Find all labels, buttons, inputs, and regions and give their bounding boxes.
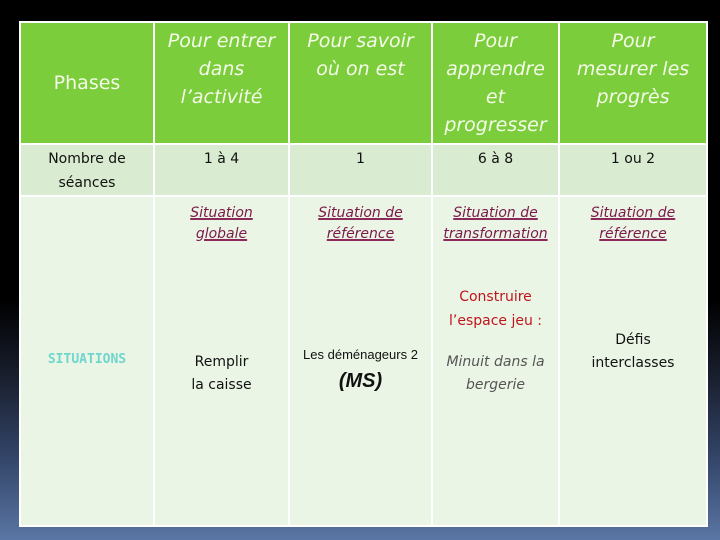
header-phases-text: Phases [53, 72, 121, 94]
activity-defis-interclasses: Défis interclasses [591, 332, 675, 371]
header-text: l’activité [180, 86, 263, 108]
header-text: Pour [474, 30, 517, 52]
phases-table: Phases Pour entrer dans l’activité Pour … [19, 21, 708, 527]
situation-type-link[interactable]: Situation globale [190, 203, 253, 245]
sessions-label-text: séances [58, 175, 116, 191]
level-ms: (MS) [338, 370, 383, 392]
situation-cell-1: Situation globale Remplir la caisse [153, 195, 290, 527]
sessions-row: Nombre de séances 1 à 4 1 6 à 8 1 ou 2 [19, 143, 708, 197]
header-text: et [485, 86, 506, 108]
situation-cell-3: Situation de transformation Construire l’… [431, 195, 560, 527]
construire-espace-jeu: Construire l’espace jeu : [448, 289, 543, 329]
header-row: Phases Pour entrer dans l’activité Pour … [19, 21, 708, 145]
situations-label: SITUATIONS [47, 352, 127, 367]
header-know-where: Pour savoir où on est [288, 21, 433, 145]
header-text: mesurer les [576, 58, 690, 80]
header-text: apprendre [446, 58, 545, 80]
situations-row: SITUATIONS Situation globale Remplir la c… [19, 195, 708, 527]
header-text: progresser [444, 114, 547, 136]
header-text: dans [198, 58, 245, 80]
sessions-value: 1 ou 2 [558, 143, 708, 197]
activity-minuit-dans-la-bergerie: Minuit dans la bergerie [446, 354, 545, 393]
sessions-value: 1 à 4 [153, 143, 290, 197]
header-enter-activity: Pour entrer dans l’activité [153, 21, 290, 145]
header-text: progrès [596, 86, 670, 108]
situation-type-link[interactable]: Situation de référence [318, 203, 403, 245]
situation-cell-4: Situation de référence Défis interclasses [558, 195, 708, 527]
situation-type-link[interactable]: Situation de référence [591, 203, 676, 245]
activity-remplir-la-caisse: Remplir la caisse [191, 354, 252, 393]
sessions-value: 6 à 8 [431, 143, 560, 197]
situation-type-link[interactable]: Situation de transformation [443, 203, 547, 245]
situation-cell-2: Situation de référence Les déménageurs 2 … [288, 195, 433, 527]
sessions-label: Nombre de séances [19, 143, 155, 197]
header-text: Pour entrer [167, 30, 276, 52]
sessions-label-text: Nombre de [48, 151, 126, 167]
header-phases: Phases [19, 21, 155, 145]
situations-label-cell: SITUATIONS [19, 195, 155, 527]
activity-les-demenageurs: Les déménageurs 2 [303, 347, 418, 362]
header-text: où on est [316, 58, 405, 80]
header-text: Pour savoir [307, 30, 414, 52]
header-text: Pour [611, 30, 655, 52]
header-measure-progress: Pour mesurer les progrès [558, 21, 708, 145]
sessions-value: 1 [288, 143, 433, 197]
header-learn-progress: Pour apprendre et progresser [431, 21, 560, 145]
